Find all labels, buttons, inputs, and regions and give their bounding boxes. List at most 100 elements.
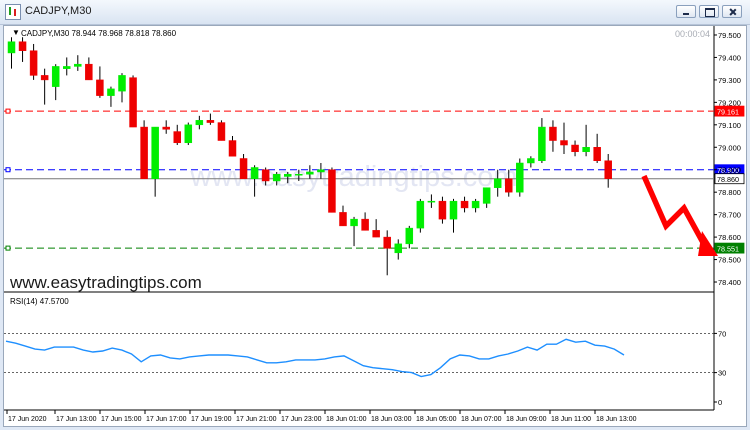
candle[interactable] <box>184 122 193 146</box>
price-tick-label: 78.900 <box>718 166 741 175</box>
rsi-tick-label: 30 <box>718 369 726 378</box>
time-tick-label: 18 Jun 09:00 <box>506 416 547 423</box>
candle[interactable] <box>162 120 170 134</box>
chevron-down-icon[interactable]: ▼ <box>12 28 20 37</box>
price-tick-label: 79.200 <box>718 98 741 107</box>
forecast-arrow-shaft <box>641 174 709 250</box>
candle[interactable] <box>438 196 447 224</box>
level-anchor[interactable] <box>5 167 11 173</box>
candle[interactable] <box>449 198 458 233</box>
candle-body <box>571 144 579 153</box>
candle[interactable] <box>339 205 347 227</box>
candle[interactable] <box>29 43 38 80</box>
candle-body <box>416 200 425 229</box>
candle[interactable] <box>527 156 535 168</box>
candle-body <box>239 158 248 179</box>
candle[interactable] <box>173 124 181 146</box>
candle[interactable] <box>427 194 436 208</box>
ohlc-header: CADJPY,M30 78.944 78.968 78.818 78.860 <box>21 29 177 38</box>
window-title: CADJPY,M30 <box>25 5 92 17</box>
candle-body <box>96 79 104 96</box>
maximize-button[interactable] <box>699 5 719 18</box>
candle-body <box>372 230 380 238</box>
time-tick-label: 17 Jun 15:00 <box>101 416 142 423</box>
candle[interactable] <box>140 120 148 179</box>
candle[interactable] <box>460 196 469 213</box>
candle[interactable] <box>85 57 93 81</box>
candle[interactable] <box>96 66 104 98</box>
candle[interactable] <box>74 55 82 71</box>
time-tick-label: 17 Jun 13:00 <box>56 416 97 423</box>
candle[interactable] <box>416 198 425 233</box>
candle-body <box>151 126 159 179</box>
candle[interactable] <box>18 37 27 62</box>
candle[interactable] <box>394 239 402 260</box>
time-tick-label: 17 Jun 17:00 <box>146 416 187 423</box>
candle-body <box>383 236 391 249</box>
candle[interactable] <box>516 158 524 197</box>
candle[interactable] <box>549 120 557 152</box>
time-tick-label: 17 Jun 23:00 <box>281 416 322 423</box>
candle-body <box>482 187 491 204</box>
candle[interactable] <box>151 126 159 197</box>
candle[interactable] <box>40 68 49 105</box>
level-price-label: 78.551 <box>717 244 739 253</box>
candle[interactable] <box>604 154 612 188</box>
candle[interactable] <box>195 115 204 130</box>
candle[interactable] <box>129 75 137 128</box>
candle-body <box>140 126 148 179</box>
candle[interactable] <box>51 64 60 101</box>
candle[interactable] <box>7 37 16 69</box>
candle[interactable] <box>350 216 358 247</box>
time-tick-label: 18 Jun 13:00 <box>596 416 637 423</box>
minimize-button[interactable] <box>676 5 696 18</box>
price-tick-label: 78.500 <box>718 256 741 265</box>
time-tick-label: 18 Jun 11:00 <box>551 416 591 423</box>
candle[interactable] <box>118 73 126 103</box>
price-tick-label: 78.700 <box>718 211 741 220</box>
candle-body <box>405 227 414 245</box>
candle-body <box>427 200 436 203</box>
level-anchor[interactable] <box>5 245 11 251</box>
terminal-window: CADJPY,M30 www.easytradingtips.com 79.16… <box>0 0 750 430</box>
candle[interactable] <box>228 136 237 157</box>
level-price-label: 79.161 <box>717 107 739 116</box>
candle-body <box>228 140 237 157</box>
candle-body <box>250 167 259 179</box>
candle-body <box>107 88 115 96</box>
candle-body <box>295 173 303 176</box>
candle[interactable] <box>383 230 391 276</box>
candle[interactable] <box>582 124 590 157</box>
candle-body <box>493 178 502 188</box>
chart-canvas[interactable]: www.easytradingtips.com 79.16178.90078.8… <box>4 26 746 426</box>
bar-timer: 00:00:04 <box>675 29 710 39</box>
chart-icon <box>5 4 21 20</box>
candle[interactable] <box>206 113 215 125</box>
candle-body <box>272 173 281 182</box>
candle-body <box>361 218 369 231</box>
candle[interactable] <box>560 122 568 155</box>
candle[interactable] <box>372 219 380 238</box>
candle[interactable] <box>328 167 336 213</box>
candle[interactable] <box>571 140 579 157</box>
candle[interactable] <box>593 133 601 163</box>
close-button[interactable] <box>722 5 742 18</box>
level-anchor[interactable] <box>5 108 11 114</box>
candle[interactable] <box>63 57 71 76</box>
chart-title-bar[interactable]: CADJPY,M30 <box>0 0 750 25</box>
candle-body <box>195 120 204 126</box>
candle-body <box>582 147 590 153</box>
candle[interactable] <box>538 118 546 163</box>
candle[interactable] <box>361 212 369 231</box>
candle[interactable] <box>482 187 491 208</box>
candle-body <box>40 75 49 81</box>
price-tick-label: 79.300 <box>718 76 741 85</box>
price-tick-label: 78.800 <box>718 188 741 197</box>
candle[interactable] <box>405 225 414 249</box>
candle[interactable] <box>107 86 115 107</box>
candle[interactable] <box>239 154 248 179</box>
candle[interactable] <box>471 198 480 213</box>
candle[interactable] <box>217 120 226 141</box>
candle-body <box>471 200 480 209</box>
candle-body <box>394 243 402 254</box>
